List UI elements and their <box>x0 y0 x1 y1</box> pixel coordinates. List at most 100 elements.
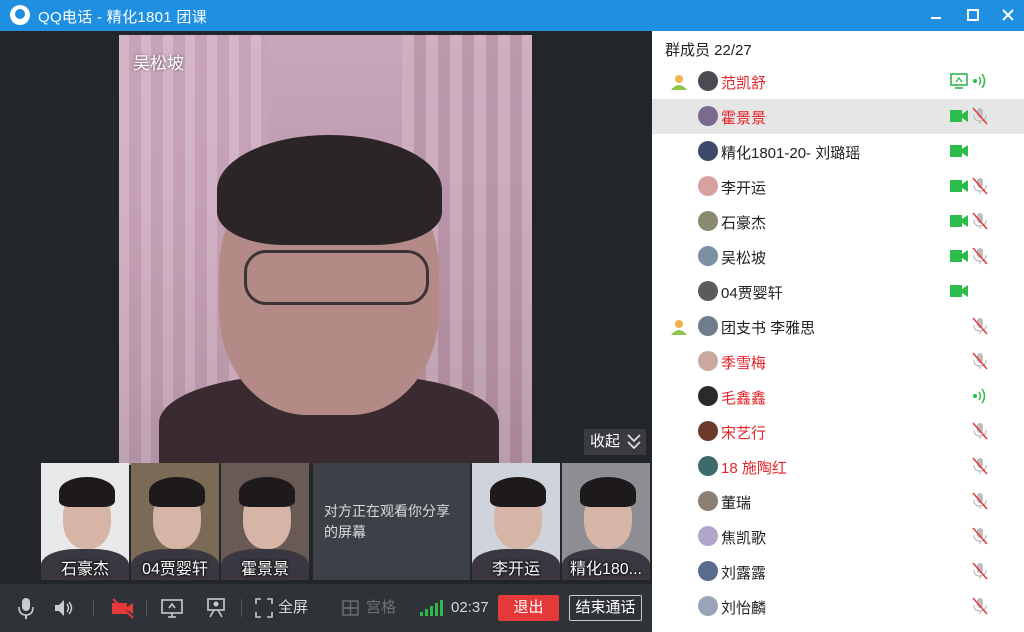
admin-icon <box>671 320 687 335</box>
thumbnail-name: 精化180... <box>569 561 643 578</box>
video-thumbnail[interactable]: 精化180... <box>562 463 650 580</box>
member-panel: 群成员 22/27 范凯舒 霍景景 精化1801-20- 刘璐瑶 李开运 石豪杰 吴松坡 0… <box>652 31 1024 632</box>
camera-off-icon <box>112 598 134 619</box>
member-row[interactable]: 季雪梅 <box>652 344 1024 379</box>
mic-muted-icon <box>972 597 988 615</box>
member-row[interactable]: 宋艺行 <box>652 414 1024 449</box>
video-person <box>217 135 442 245</box>
member-row[interactable]: 李开运 <box>652 169 1024 204</box>
minimize-icon <box>931 17 941 19</box>
mic-muted-icon <box>972 457 988 475</box>
video-thumbnails: 石豪杰 04贾婴轩 霍景景 对方正在观看你分享的屏幕 李开运 精化180... <box>41 463 652 580</box>
member-name: 范凯舒 <box>721 75 767 92</box>
avatar <box>698 211 718 231</box>
toolbar-divider <box>93 599 94 617</box>
present-button[interactable] <box>204 596 228 620</box>
member-row[interactable]: 焦凯歌 <box>652 519 1024 554</box>
screen-share-icon <box>950 73 968 89</box>
avatar <box>698 281 718 301</box>
member-row[interactable]: 精化1801-20- 刘璐瑶 <box>652 134 1024 169</box>
video-thumbnail[interactable]: 04贾婴轩 <box>131 463 219 580</box>
speaking-icon <box>973 388 986 404</box>
maximize-button[interactable] <box>957 0 989 31</box>
member-row[interactable]: 霍景景 <box>652 99 1024 134</box>
call-toolbar: 全屏 宫格 02:37 退出 结束通话 <box>0 584 652 632</box>
member-row[interactable]: 团支书 李雅思 <box>652 309 1024 344</box>
toolbar-divider <box>146 599 147 617</box>
fullscreen-label: 全屏 <box>278 599 309 616</box>
share-screen-button[interactable] <box>160 596 184 620</box>
video-person <box>244 250 429 305</box>
signal-strength-icon <box>420 598 446 616</box>
avatar <box>698 351 718 371</box>
avatar <box>698 141 718 161</box>
video-person <box>239 477 295 507</box>
mic-muted-icon <box>972 212 988 230</box>
video-person <box>490 477 546 507</box>
speaker-icon <box>55 600 73 616</box>
call-timer: 02:37 <box>451 599 489 616</box>
camera-on-icon <box>950 145 968 157</box>
window-title: QQ电话 - 精化1801 团课 <box>38 9 208 26</box>
mic-muted-icon <box>972 527 988 545</box>
grid-label: 宫格 <box>366 599 397 616</box>
member-name: 董瑞 <box>721 495 752 512</box>
mic-muted-icon <box>972 352 988 370</box>
microphone-button[interactable] <box>16 596 36 620</box>
mic-muted-icon <box>972 177 988 195</box>
fullscreen-icon <box>255 598 273 618</box>
speaker-button[interactable] <box>52 596 76 620</box>
camera-toggle-button[interactable] <box>110 596 136 620</box>
member-row[interactable]: 范凯舒 <box>652 64 1024 99</box>
close-icon <box>1002 9 1014 21</box>
close-button[interactable] <box>992 0 1024 31</box>
member-name: 石豪杰 <box>721 215 767 232</box>
mic-muted-icon <box>972 107 988 125</box>
member-name: 04贾婴轩 <box>721 285 783 302</box>
speaking-icon <box>973 73 986 89</box>
member-row[interactable]: 毛鑫鑫 <box>652 379 1024 414</box>
member-name: 团支书 李雅思 <box>721 320 816 337</box>
member-name: 宋艺行 <box>721 425 767 442</box>
member-name: 焦凯歌 <box>721 530 767 547</box>
member-row[interactable]: 04贾婴轩 <box>652 274 1024 309</box>
mic-muted-icon <box>972 422 988 440</box>
exit-button[interactable]: 退出 <box>498 595 559 621</box>
member-name: 毛鑫鑫 <box>721 390 767 407</box>
collapse-button[interactable]: 收起 <box>584 429 646 455</box>
avatar <box>698 491 718 511</box>
member-name: 霍景景 <box>721 110 767 127</box>
avatar <box>698 526 718 546</box>
camera-on-icon <box>950 250 968 262</box>
video-thumbnail[interactable]: 李开运 <box>472 463 560 580</box>
grid-icon <box>342 600 359 616</box>
member-row[interactable]: 刘露露 <box>652 554 1024 589</box>
video-area: 吴松坡 收起 石豪杰 04贾婴轩 霍景景 对方正在观看你分享的屏幕 李开运 精化… <box>0 31 652 584</box>
member-name: 刘怡麟 <box>721 600 767 617</box>
camera-on-icon <box>950 285 968 297</box>
member-row[interactable]: 吴松坡 <box>652 239 1024 274</box>
microphone-icon <box>18 598 34 619</box>
main-video-name: 吴松坡 <box>133 54 184 73</box>
avatar <box>698 106 718 126</box>
chevron-down-double-icon <box>627 434 641 450</box>
avatar <box>698 246 718 266</box>
end-call-button[interactable]: 结束通话 <box>569 595 642 621</box>
avatar <box>698 316 718 336</box>
video-thumbnail[interactable]: 霍景景 <box>221 463 309 580</box>
member-row[interactable]: 董瑞 <box>652 484 1024 519</box>
minimize-button[interactable] <box>920 0 952 31</box>
video-thumbnail[interactable]: 石豪杰 <box>41 463 129 580</box>
avatar <box>698 386 718 406</box>
mic-muted-icon <box>972 247 988 265</box>
avatar <box>698 421 718 441</box>
member-row[interactable]: 石豪杰 <box>652 204 1024 239</box>
thumbnail-name: 霍景景 <box>240 561 289 578</box>
maximize-icon <box>967 9 979 21</box>
member-row[interactable]: 18 施陶红 <box>652 449 1024 484</box>
title-bar: QQ电话 - 精化1801 团课 <box>0 0 1024 31</box>
member-name: 精化1801-20- 刘璐瑶 <box>721 145 861 162</box>
member-row[interactable]: 刘怡麟 <box>652 589 1024 624</box>
avatar <box>698 561 718 581</box>
main-video[interactable]: 吴松坡 <box>119 35 532 465</box>
